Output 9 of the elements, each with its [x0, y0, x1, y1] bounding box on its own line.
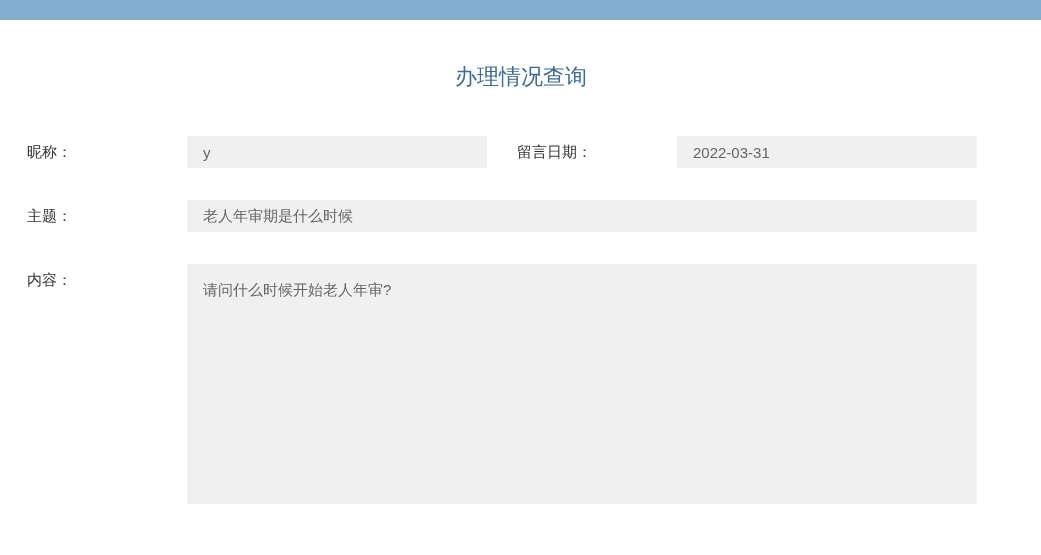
- field-label: 昵称：: [27, 142, 73, 162]
- input-field[interactable]: 2022-03-31: [677, 136, 977, 168]
- input-field[interactable]: y: [187, 136, 487, 168]
- field-label: 内容：: [27, 270, 73, 290]
- page-title: 办理情况查询: [453, 63, 588, 91]
- field-label: 留言日期：: [517, 142, 593, 162]
- content-textarea[interactable]: 请问什么时候开始老人年审?: [187, 264, 977, 504]
- input-field[interactable]: 老人年审期是什么时候: [187, 200, 977, 232]
- field-label: 主题：: [27, 206, 73, 226]
